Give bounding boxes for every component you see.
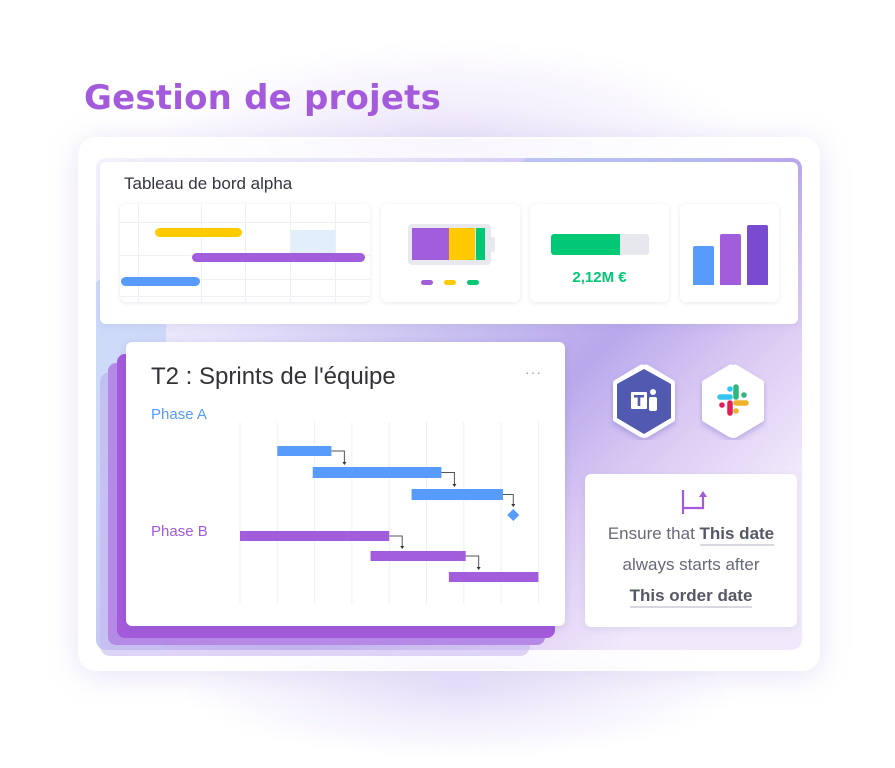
gantt-dependency-arrowhead: [342, 462, 347, 465]
automation-line-1: Ensure that This date: [585, 524, 797, 546]
sprint-gantt-chart: [239, 422, 539, 604]
mini-gantt-highlight: [290, 230, 335, 255]
battery-segment-yellow: [449, 228, 476, 260]
battery-tip: [491, 237, 495, 252]
gantt-milestone-diamond: [507, 509, 520, 521]
teams-integration[interactable]: [609, 362, 679, 440]
sprint-card[interactable]: T2 : Sprints de l'équipe ··· Phase A Pha…: [126, 342, 565, 626]
gantt-task-bar: [312, 467, 442, 478]
battery-widget[interactable]: [381, 204, 520, 302]
gantt-dependency-arrowhead: [511, 504, 516, 507]
slack-icon: [702, 364, 764, 438]
battery-legend-item: [421, 280, 433, 285]
gantt-dependency-arrowhead: [452, 484, 457, 487]
mini-gantt-bar-task-blue: [121, 277, 200, 286]
this-date-field[interactable]: This date: [699, 524, 775, 546]
mini-bar: [747, 225, 768, 285]
mini-gantt-bar-task-purple: [192, 253, 365, 262]
dependency-arrow-icon: [681, 490, 707, 514]
slack-integration[interactable]: [698, 362, 768, 440]
gantt-task-bar: [448, 572, 539, 582]
grid-line: [138, 204, 139, 302]
teams-icon: [613, 364, 675, 438]
battery-legend-item: [444, 280, 456, 285]
mini-bar: [693, 246, 714, 285]
dashboard-title: Tableau de bord alpha: [124, 174, 293, 193]
gantt-dependency-arrow: [389, 535, 403, 547]
page-title: Gestion de projets: [84, 78, 442, 118]
grid-line: [120, 296, 370, 297]
dashboard-panel[interactable]: Tableau de bord alpha 2,12M €: [100, 162, 798, 324]
gantt-dependency-arrowhead: [400, 546, 405, 549]
mini-bar: [720, 234, 741, 285]
budget-progress-fill: [551, 234, 620, 255]
automation-prefix: Ensure that: [607, 524, 700, 543]
gantt-dependency-arrowhead: [476, 567, 481, 570]
gantt-dependency-arrow: [331, 450, 345, 463]
gantt-task-bar: [277, 446, 332, 456]
gantt-dependency-arrow: [465, 555, 480, 568]
gantt-dependency-arrow: [441, 472, 455, 485]
order-date-field[interactable]: This order date: [629, 586, 753, 608]
gantt-task-bar: [411, 489, 503, 500]
battery-body: [408, 224, 491, 265]
budget-value: 2,12M €: [572, 269, 627, 286]
grid-line: [120, 222, 370, 223]
automation-line-3: This order date: [585, 586, 797, 608]
automation-line-2: always starts after: [622, 555, 760, 574]
budget-widget[interactable]: 2,12M €: [530, 204, 669, 302]
gantt-task-bar: [240, 531, 390, 541]
automation-card[interactable]: Ensure that This date always starts afte…: [585, 474, 797, 627]
gantt-dependency-arrow: [502, 494, 514, 505]
battery-segment-purple: [412, 228, 450, 260]
mini-gantt-bar-task-yellow: [155, 228, 242, 237]
battery-segment-green: [475, 228, 485, 260]
gantt-task-bar: [370, 551, 466, 561]
bar-chart-widget[interactable]: [680, 204, 779, 302]
budget-progress-track: [551, 234, 649, 255]
mini-gantt-widget[interactable]: [120, 204, 370, 302]
battery-legend-item: [467, 280, 479, 285]
